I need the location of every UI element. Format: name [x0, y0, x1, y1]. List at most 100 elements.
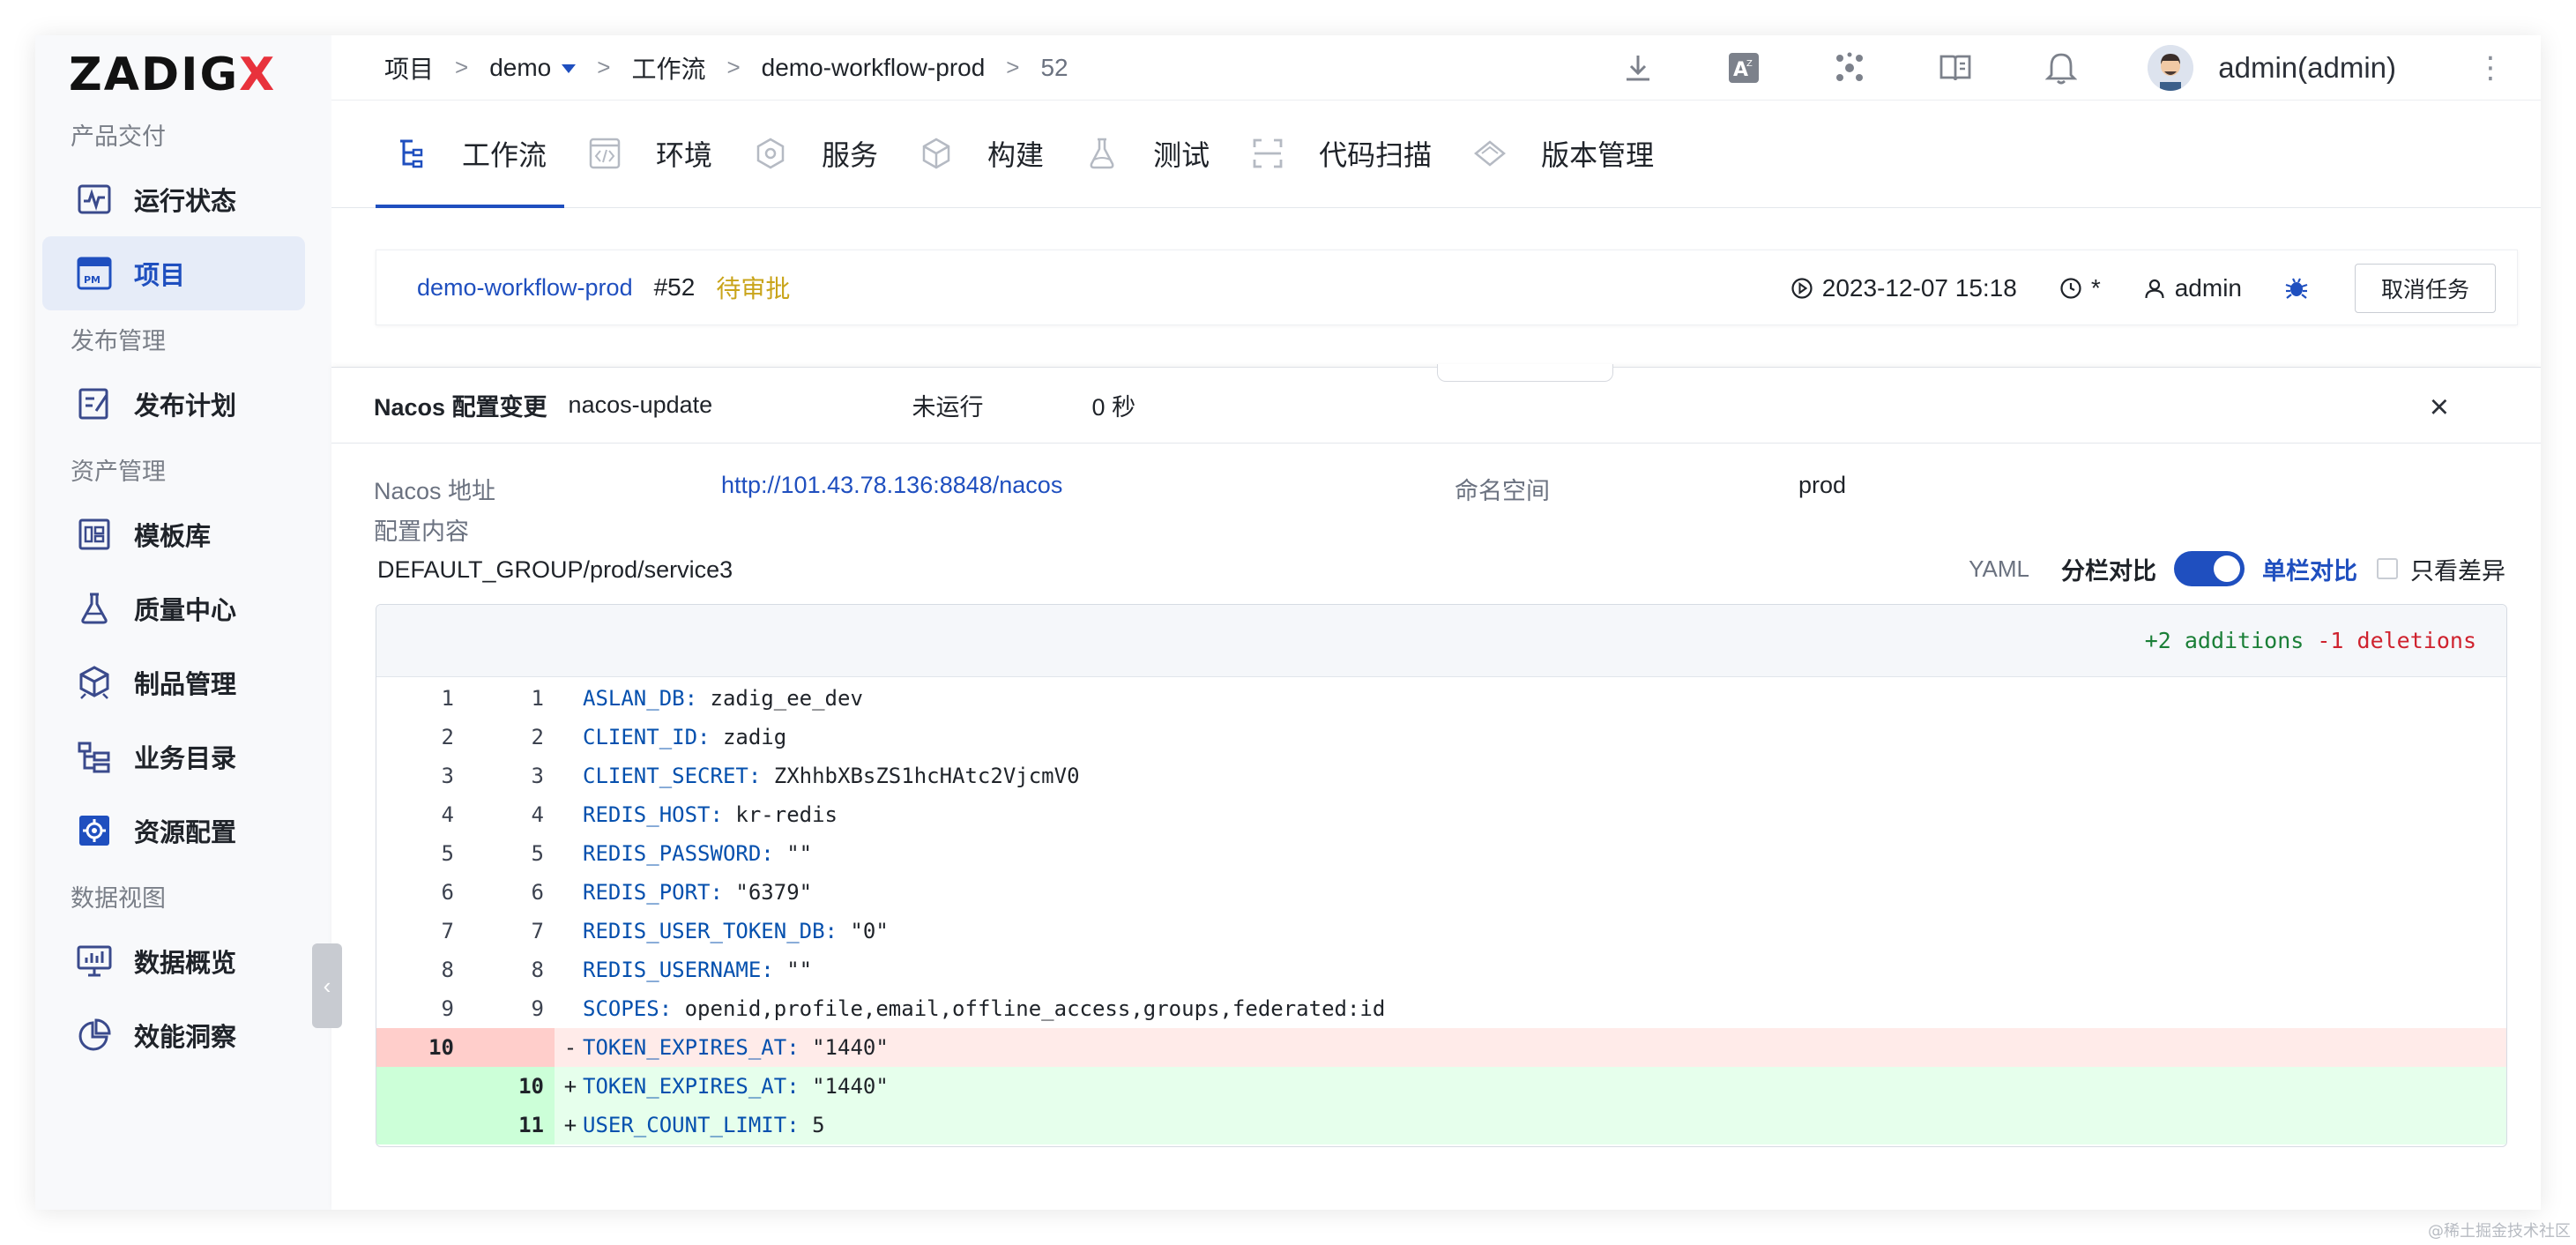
status-badge: 待审批: [716, 275, 791, 302]
line-gutter: 55: [376, 834, 555, 873]
job-duration: 0 秒: [1091, 394, 1136, 421]
translate-icon[interactable]: AZ: [1724, 48, 1763, 87]
diff-sign: -: [563, 1035, 577, 1060]
view-mode-toggle[interactable]: [2174, 551, 2245, 586]
diff-line: 9 9 SCOPES: openid,profile,email,offline_a…: [376, 989, 2506, 1028]
tab-build[interactable]: 构建: [901, 100, 1061, 207]
yaml-value: 5: [799, 1113, 825, 1137]
gear-box-icon: [76, 812, 113, 849]
new-line-number: 9: [531, 996, 544, 1021]
line-gutter: 77: [376, 912, 555, 951]
breadcrumb-separator: >: [455, 54, 469, 80]
new-line-number: 7: [531, 919, 544, 943]
sidebar-collapse-handle[interactable]: ‹: [312, 943, 342, 1028]
tab-service[interactable]: 服务: [735, 100, 896, 207]
yaml-key: REDIS_USER_TOKEN_DB:: [583, 919, 838, 943]
more-vertical-icon[interactable]: ⋮: [2475, 50, 2505, 86]
breadcrumb-run-number: 52: [1040, 53, 1068, 81]
sidebar-item-resource-config[interactable]: 资源配置: [42, 794, 305, 868]
project-tabs: 工作流 环境 服务 构建 测试 代码扫描 版本管理: [331, 101, 2541, 208]
config-content-label: 配置内容: [374, 518, 469, 545]
sidebar-item-label: 模板库: [134, 523, 212, 551]
creator-value: admin: [2174, 274, 2242, 302]
bell-icon[interactable]: [2042, 48, 2081, 87]
yaml-key: TOKEN_EXPIRES_AT:: [583, 1035, 800, 1060]
start-time-value: 2023-12-07 15:18: [1821, 274, 2017, 302]
new-line-number: 6: [531, 880, 544, 905]
tab-label: 代码扫描: [1319, 139, 1433, 171]
tab-version-management[interactable]: 版本管理: [1455, 100, 1671, 207]
sidebar-item-data-overview[interactable]: 数据概览: [42, 924, 305, 998]
breadcrumb-workflow-name[interactable]: demo-workflow-prod: [762, 54, 986, 82]
yaml-key: REDIS_USERNAME:: [583, 958, 774, 982]
app-window: ZADIG X 产品交付 运行状态 PM 项目 发布管理 发布计划 资产管理 模…: [35, 35, 2541, 1210]
new-line-number: 5: [531, 841, 544, 866]
breadcrumb-workflows[interactable]: 工作流: [631, 50, 705, 86]
breadcrumb-projects[interactable]: 项目: [384, 50, 434, 86]
yaml-value: "6379": [722, 880, 813, 905]
debug-bug-icon[interactable]: [2284, 276, 2309, 301]
unified-view-label[interactable]: 单栏对比: [2262, 552, 2357, 586]
user-name[interactable]: admin(admin): [2218, 51, 2396, 85]
yaml-key: TOKEN_EXPIRES_AT:: [583, 1074, 800, 1099]
sidebar-item-label: 资源配置: [134, 819, 237, 847]
section-product-delivery: 产品交付: [71, 123, 166, 150]
download-icon[interactable]: [1619, 48, 1657, 87]
format-label: YAML: [1969, 555, 2029, 582]
code-env-icon: [587, 136, 622, 171]
plugin-nodes-icon[interactable]: [1830, 48, 1869, 87]
breadcrumb-project-demo[interactable]: demo: [489, 54, 577, 82]
sidebar-item-project[interactable]: PM 项目: [42, 236, 305, 310]
tab-label: 测试: [1153, 139, 1210, 171]
sidebar-item-artifact-management[interactable]: 制品管理: [42, 645, 305, 719]
sidebar-item-quality-center[interactable]: 质量中心: [42, 571, 305, 645]
breadcrumb: 项目 > demo > 工作流 > demo-workflow-prod > 5…: [384, 50, 1068, 86]
tab-workflow[interactable]: 工作流: [376, 100, 565, 208]
tab-code-scan[interactable]: 代码扫描: [1232, 100, 1449, 207]
sidebar-item-label: 发布计划: [134, 392, 237, 421]
zadig-logo[interactable]: ZADIG X: [35, 44, 331, 106]
diff-viewer[interactable]: +2 additions -1 deletions 1 1 ASLAN_DB: za…: [376, 604, 2507, 1147]
sidebar-item-efficiency-insight[interactable]: 效能洞察: [42, 998, 305, 1072]
docs-book-icon[interactable]: [1936, 48, 1975, 87]
svg-text:Z: Z: [1746, 59, 1753, 69]
sidebar-item-label: 制品管理: [134, 671, 237, 699]
diff-controls: YAML 分栏对比 单栏对比 只看差异: [1969, 551, 2505, 586]
user-avatar[interactable]: [2148, 45, 2194, 91]
monitor-chart-icon: [76, 943, 113, 980]
yaml-key: CLIENT_SECRET:: [583, 764, 762, 788]
tab-environment[interactable]: 环境: [570, 100, 730, 207]
diff-only-label[interactable]: 只看差异: [2410, 552, 2505, 586]
workflow-link[interactable]: demo-workflow-prod: [417, 274, 633, 302]
line-gutter: 11: [376, 679, 555, 718]
main-content: 项目 > demo > 工作流 > demo-workflow-prod > 5…: [331, 35, 2541, 1210]
close-icon[interactable]: ×: [2430, 389, 2449, 427]
sidebar-item-business-catalog[interactable]: 业务目录: [42, 719, 305, 794]
yaml-value: zadig: [710, 725, 787, 749]
nacos-address-link[interactable]: http://101.43.78.136:8848/nacos: [721, 472, 1062, 499]
catalog-tree-icon: [76, 738, 113, 775]
sidebar-item-template-library[interactable]: 模板库: [42, 497, 305, 571]
sidebar-item-release-plan[interactable]: 发布计划: [42, 367, 305, 441]
old-line-number: 2: [441, 725, 454, 749]
diff-only-checkbox[interactable]: [2377, 558, 2398, 579]
config-path: DEFAULT_GROUP/prod/service3: [377, 556, 733, 583]
task-meta: 2023-12-07 15:18 * admin 取消任务: [1791, 250, 2517, 326]
job-name: nacos-update: [568, 391, 713, 418]
top-bar: 项目 > demo > 工作流 > demo-workflow-prod > 5…: [331, 35, 2541, 101]
section-data-view: 数据视图: [71, 884, 166, 912]
svg-text:PM: PM: [84, 274, 101, 286]
old-line-number: 5: [441, 841, 454, 866]
new-line-number: 2: [531, 725, 544, 749]
tab-test[interactable]: 测试: [1067, 100, 1227, 207]
play-circle-icon: [1791, 278, 1813, 299]
new-line-number: 1: [531, 686, 544, 711]
diff-stats: +2 additions -1 deletions: [2145, 628, 2476, 653]
sidebar-item-run-status[interactable]: 运行状态: [42, 162, 305, 236]
yaml-value: "": [773, 841, 813, 866]
cancel-task-button[interactable]: 取消任务: [2355, 264, 2496, 313]
split-view-label[interactable]: 分栏对比: [2061, 552, 2156, 586]
diff-line: 10 - TOKEN_EXPIRES_AT: "1440": [376, 1028, 2506, 1067]
yaml-value: zadig_ee_dev: [697, 686, 863, 711]
old-line-number: 9: [441, 996, 454, 1021]
